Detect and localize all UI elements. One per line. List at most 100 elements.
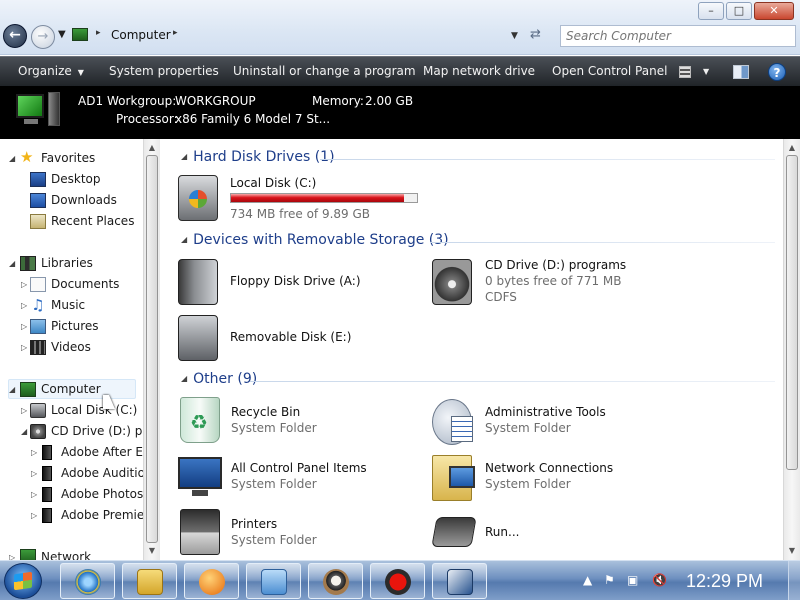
nav-pictures[interactable]: Pictures bbox=[51, 316, 99, 336]
nav-adobe-premiere[interactable]: Adobe Premier bbox=[61, 505, 143, 525]
content-scroll-thumb[interactable] bbox=[786, 155, 798, 470]
show-desktop-button[interactable] bbox=[788, 561, 800, 600]
expand-triangle-icon[interactable]: ◢ bbox=[9, 259, 15, 268]
nav-libraries[interactable]: Libraries bbox=[41, 253, 93, 273]
collapse-triangle-icon[interactable]: ▷ bbox=[21, 301, 27, 310]
preview-pane-icon[interactable] bbox=[733, 65, 749, 79]
minimize-button[interactable]: – bbox=[698, 2, 724, 20]
collapse-triangle-icon[interactable]: ▷ bbox=[21, 322, 27, 331]
scroll-down-icon[interactable]: ▼ bbox=[785, 543, 799, 559]
paint-icon bbox=[261, 569, 287, 595]
help-icon[interactable]: ? bbox=[768, 63, 786, 81]
expand-triangle-icon[interactable]: ◢ bbox=[9, 154, 15, 163]
item-control-panel[interactable]: All Control Panel Items System Folder bbox=[160, 453, 410, 501]
item-local-disk[interactable]: Local Disk (C:) 734 MB free of 9.89 GB bbox=[160, 171, 580, 223]
collapse-triangle-icon[interactable]: ▷ bbox=[31, 490, 37, 499]
group-header-removable[interactable]: ◢ Devices with Removable Storage (3) bbox=[181, 232, 449, 248]
uninstall-program-button[interactable]: Uninstall or change a program bbox=[233, 64, 416, 78]
computer-icon bbox=[16, 94, 44, 118]
start-button[interactable] bbox=[4, 563, 42, 599]
computer-icon bbox=[72, 28, 88, 41]
chevron-down-icon[interactable]: ▼ bbox=[703, 67, 709, 76]
action-center-flag-icon[interactable]: ⚑ bbox=[604, 573, 615, 587]
change-view-icon[interactable] bbox=[679, 66, 691, 78]
map-network-drive-button[interactable]: Map network drive bbox=[423, 64, 535, 78]
memory-value: 2.00 GB bbox=[365, 94, 414, 108]
address-separator-icon[interactable]: ▸ bbox=[173, 28, 178, 38]
item-floppy[interactable]: Floppy Disk Drive (A:) bbox=[160, 257, 410, 307]
nav-favorites[interactable]: Favorites bbox=[41, 148, 95, 168]
item-printers[interactable]: Printers System Folder bbox=[160, 509, 410, 557]
address-bar-path[interactable]: Computer bbox=[111, 28, 171, 42]
collapse-group-icon[interactable]: ◢ bbox=[181, 374, 187, 383]
collapse-triangle-icon[interactable]: ▷ bbox=[21, 343, 27, 352]
taskbar-paint[interactable] bbox=[246, 563, 301, 599]
nav-documents[interactable]: Documents bbox=[51, 274, 119, 294]
collapse-triangle-icon[interactable]: ▷ bbox=[31, 448, 37, 457]
nav-adobe-audition[interactable]: Adobe Audition bbox=[61, 463, 143, 483]
item-cd-drive[interactable]: CD Drive (D:) programs 0 bytes free of 7… bbox=[414, 257, 664, 307]
collapse-triangle-icon[interactable]: ▷ bbox=[31, 511, 37, 520]
item-name: All Control Panel Items bbox=[231, 461, 367, 475]
nav-recent-places[interactable]: Recent Places bbox=[51, 211, 134, 231]
forward-button[interactable]: → bbox=[31, 25, 55, 49]
network-tray-icon[interactable]: ▣ bbox=[627, 573, 638, 587]
close-button[interactable]: ✕ bbox=[754, 2, 794, 20]
address-history-dropdown[interactable]: ▼ bbox=[511, 31, 518, 41]
clock[interactable]: 12:29 PM bbox=[686, 571, 763, 592]
taskbar-internet-explorer[interactable] bbox=[60, 563, 115, 599]
item-admin-tools[interactable]: Administrative Tools System Folder bbox=[414, 397, 664, 445]
show-hidden-icons[interactable]: ▲ bbox=[583, 573, 592, 587]
scroll-up-icon[interactable]: ▲ bbox=[785, 140, 799, 156]
taskbar-raccoon-app[interactable] bbox=[308, 563, 363, 599]
item-run[interactable]: Run... bbox=[414, 509, 664, 557]
group-divider bbox=[250, 381, 775, 382]
taskbar-camtasia[interactable] bbox=[432, 563, 487, 599]
printer-icon bbox=[180, 509, 220, 555]
content-scrollbar[interactable]: ▲ ▼ bbox=[783, 139, 800, 560]
nav-network[interactable]: Network bbox=[41, 547, 91, 560]
group-header-hdd[interactable]: ◢ Hard Disk Drives (1) bbox=[181, 149, 335, 165]
collapse-triangle-icon[interactable]: ▷ bbox=[31, 469, 37, 478]
open-control-panel-button[interactable]: Open Control Panel bbox=[552, 64, 667, 78]
taskbar-media-player[interactable] bbox=[184, 563, 239, 599]
item-recycle-bin[interactable]: Recycle Bin System Folder bbox=[160, 397, 410, 445]
group-header-other[interactable]: ◢ Other (9) bbox=[181, 371, 257, 387]
nav-adobe-photoshop[interactable]: Adobe Photosh bbox=[61, 484, 143, 504]
nav-downloads[interactable]: Downloads bbox=[51, 190, 117, 210]
nav-scrollbar[interactable]: ▲ ▼ bbox=[143, 139, 160, 560]
taskbar-windows-explorer[interactable] bbox=[122, 563, 177, 599]
collapse-triangle-icon[interactable]: ▷ bbox=[9, 553, 15, 560]
nav-adobe-after-effects[interactable]: Adobe After Eff bbox=[61, 442, 143, 462]
organize-button[interactable]: Organize ▼ bbox=[18, 64, 84, 78]
scroll-down-icon[interactable]: ▼ bbox=[145, 543, 159, 559]
nav-cd-drive[interactable]: CD Drive (D:) pro bbox=[51, 421, 143, 441]
collapse-group-icon[interactable]: ◢ bbox=[181, 152, 187, 161]
search-input[interactable] bbox=[560, 25, 796, 47]
nav-scroll-thumb[interactable] bbox=[146, 155, 158, 543]
scroll-up-icon[interactable]: ▲ bbox=[145, 140, 159, 156]
refresh-icon[interactable]: ⇄ bbox=[530, 27, 541, 42]
nav-desktop[interactable]: Desktop bbox=[51, 169, 101, 189]
nav-videos[interactable]: Videos bbox=[51, 337, 91, 357]
taskbar-recorder[interactable] bbox=[370, 563, 425, 599]
back-button[interactable]: ← bbox=[3, 24, 27, 48]
nav-music[interactable]: Music bbox=[51, 295, 85, 315]
address-separator-icon[interactable]: ▸ bbox=[96, 28, 101, 38]
volume-muted-icon[interactable]: 🔇 bbox=[652, 573, 667, 587]
collapse-group-icon[interactable]: ◢ bbox=[181, 235, 187, 244]
expand-triangle-icon[interactable]: ◢ bbox=[21, 427, 27, 436]
expand-triangle-icon[interactable]: ◢ bbox=[9, 385, 15, 394]
item-network-connections[interactable]: Network Connections System Folder bbox=[414, 453, 664, 501]
recent-pages-dropdown[interactable]: ▼ bbox=[58, 29, 66, 40]
maximize-button[interactable]: □ bbox=[726, 2, 752, 20]
item-name: Local Disk (C:) bbox=[230, 176, 317, 190]
nav-local-disk[interactable]: Local Disk (C:) bbox=[51, 400, 137, 420]
collapse-triangle-icon[interactable]: ▷ bbox=[21, 406, 27, 415]
nav-computer[interactable]: Computer bbox=[41, 379, 101, 399]
collapse-triangle-icon[interactable]: ▷ bbox=[21, 280, 27, 289]
folder-icon bbox=[42, 487, 52, 502]
system-properties-button[interactable]: System properties bbox=[109, 64, 219, 78]
item-removable[interactable]: Removable Disk (E:) bbox=[160, 313, 410, 363]
window-controls: – □ ✕ bbox=[698, 2, 794, 20]
